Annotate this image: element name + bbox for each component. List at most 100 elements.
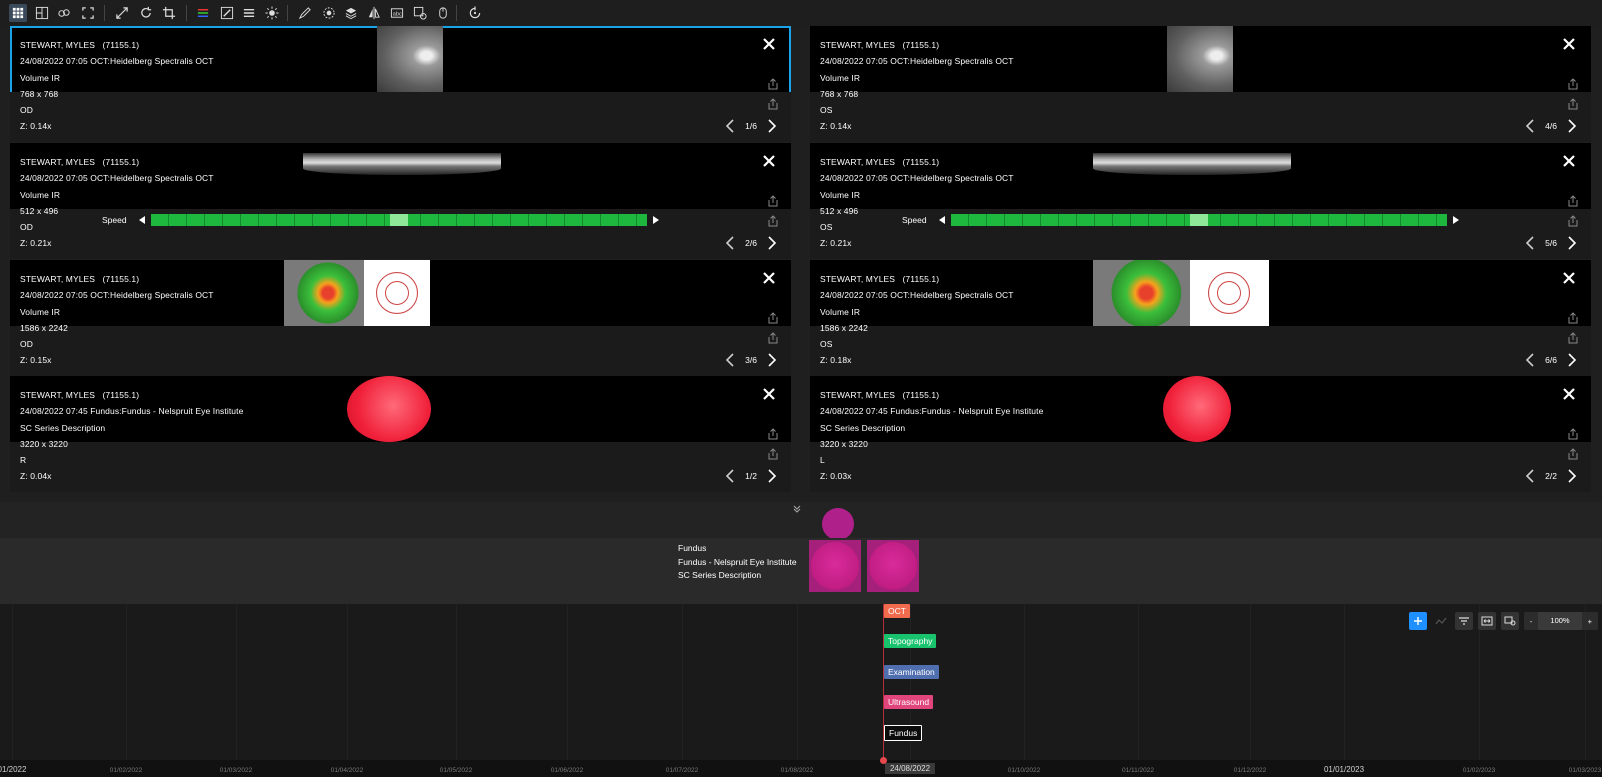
panel-image[interactable] bbox=[1093, 260, 1269, 326]
speed-slider-thumb[interactable] bbox=[1189, 214, 1208, 226]
timeline-chip-topography[interactable]: Topography bbox=[884, 634, 937, 648]
share-icon[interactable] bbox=[1567, 98, 1579, 110]
chevron-left-icon[interactable] bbox=[725, 353, 735, 367]
speed-increase-icon[interactable] bbox=[652, 216, 659, 224]
close-icon[interactable] bbox=[1561, 386, 1577, 402]
share-icon[interactable] bbox=[767, 448, 779, 460]
chevron-left-icon[interactable] bbox=[725, 119, 735, 133]
viewer-panel[interactable]: STEWART, MYLES (71155.1) 24/08/2022 07:05… bbox=[10, 260, 791, 376]
drag-handle-disc[interactable] bbox=[822, 508, 854, 540]
split-layout-button[interactable] bbox=[33, 4, 51, 22]
viewer-panel[interactable]: STEWART, MYLES (71155.1) 24/08/2022 07:45… bbox=[810, 376, 1591, 492]
filter-button[interactable] bbox=[1454, 612, 1473, 630]
crop-button[interactable] bbox=[160, 4, 178, 22]
layers-button[interactable] bbox=[342, 4, 360, 22]
chevron-left-icon[interactable] bbox=[1525, 469, 1535, 483]
chevron-right-icon[interactable] bbox=[767, 119, 777, 133]
circle-tool-button[interactable] bbox=[320, 4, 338, 22]
viewer-panel[interactable]: STEWART, MYLES (71155.1) 24/08/2022 07:05… bbox=[10, 143, 791, 259]
close-icon[interactable] bbox=[761, 36, 777, 52]
chevron-right-icon[interactable] bbox=[1567, 236, 1577, 250]
speed-slider[interactable] bbox=[150, 214, 647, 226]
image-settings-button[interactable] bbox=[1500, 612, 1519, 630]
panel-image[interactable] bbox=[377, 26, 443, 92]
reset-button[interactable] bbox=[466, 4, 484, 22]
chevron-right-icon[interactable] bbox=[767, 353, 777, 367]
panel-image[interactable] bbox=[1167, 26, 1233, 92]
grid-layout-button[interactable] bbox=[9, 4, 27, 22]
annotate-button[interactable] bbox=[218, 4, 236, 22]
chevron-right-icon[interactable] bbox=[1567, 469, 1577, 483]
speed-decrease-icon[interactable] bbox=[938, 216, 945, 224]
close-icon[interactable] bbox=[761, 270, 777, 286]
image-text-button[interactable]: abc bbox=[388, 4, 406, 22]
speed-slider[interactable] bbox=[950, 214, 1447, 226]
chevron-left-icon[interactable] bbox=[1525, 236, 1535, 250]
close-icon[interactable] bbox=[761, 153, 777, 169]
pen-button[interactable] bbox=[296, 4, 314, 22]
export-icon[interactable] bbox=[1567, 428, 1579, 440]
image-settings-button[interactable] bbox=[411, 4, 429, 22]
chevron-left-icon[interactable] bbox=[1525, 353, 1535, 367]
panel-image[interactable] bbox=[347, 376, 431, 442]
chevron-right-icon[interactable] bbox=[1567, 119, 1577, 133]
close-icon[interactable] bbox=[1561, 270, 1577, 286]
speed-slider-thumb[interactable] bbox=[389, 214, 408, 226]
viewer-panel[interactable]: STEWART, MYLES (71155.1) 24/08/2022 07:05… bbox=[810, 260, 1591, 376]
zoom-in-button[interactable]: + bbox=[1582, 617, 1598, 626]
add-button[interactable] bbox=[1408, 612, 1427, 630]
chevron-left-icon[interactable] bbox=[725, 469, 735, 483]
panel-image[interactable] bbox=[1163, 376, 1231, 442]
fullscreen-button[interactable] bbox=[79, 4, 97, 22]
zoom-out-button[interactable]: - bbox=[1524, 617, 1539, 626]
share-icon[interactable] bbox=[1567, 215, 1579, 227]
timeline-chip-fundus[interactable]: Fundus bbox=[884, 725, 923, 741]
timeline-chip-ultrasound[interactable]: Ultrasound bbox=[884, 695, 934, 709]
timeline-current-dot[interactable] bbox=[880, 757, 887, 764]
chevron-right-icon[interactable] bbox=[767, 469, 777, 483]
viewer-panel[interactable]: STEWART, MYLES (71155.1) 24/08/2022 07:45… bbox=[10, 376, 791, 492]
panel-image[interactable] bbox=[284, 260, 430, 326]
export-icon[interactable] bbox=[767, 78, 779, 90]
viewer-panel[interactable]: STEWART, MYLES (71155.1) 24/08/2022 07:05… bbox=[10, 26, 791, 142]
flip-button[interactable] bbox=[365, 4, 383, 22]
panel-image[interactable] bbox=[1093, 143, 1291, 209]
rotate-button[interactable] bbox=[137, 4, 155, 22]
lines-button[interactable] bbox=[240, 4, 258, 22]
share-icon[interactable] bbox=[767, 215, 779, 227]
close-icon[interactable] bbox=[1561, 153, 1577, 169]
collapse-chevron-icon[interactable] bbox=[792, 504, 802, 514]
export-icon[interactable] bbox=[767, 428, 779, 440]
series-thumbnail-left[interactable] bbox=[867, 540, 919, 592]
share-icon[interactable] bbox=[1567, 448, 1579, 460]
link-button[interactable] bbox=[55, 4, 73, 22]
close-icon[interactable] bbox=[1561, 36, 1577, 52]
chevron-right-icon[interactable] bbox=[1567, 353, 1577, 367]
trend-button[interactable] bbox=[1432, 612, 1450, 630]
share-icon[interactable] bbox=[767, 332, 779, 344]
share-icon[interactable] bbox=[1567, 332, 1579, 344]
viewer-panel[interactable]: STEWART, MYLES (71155.1) 24/08/2022 07:05… bbox=[810, 143, 1591, 259]
color-channels-button[interactable] bbox=[194, 4, 212, 22]
panel-image[interactable] bbox=[303, 143, 501, 209]
chevron-left-icon[interactable] bbox=[725, 236, 735, 250]
series-thumbnail-right[interactable] bbox=[809, 540, 861, 592]
chevron-left-icon[interactable] bbox=[1525, 119, 1535, 133]
export-icon[interactable] bbox=[1567, 195, 1579, 207]
speed-increase-icon[interactable] bbox=[1452, 216, 1459, 224]
mouse-button[interactable] bbox=[434, 4, 452, 22]
export-icon[interactable] bbox=[767, 195, 779, 207]
fit-button[interactable] bbox=[1477, 612, 1496, 630]
export-icon[interactable] bbox=[767, 312, 779, 324]
timeline-chip-oct[interactable]: OCT bbox=[884, 604, 910, 618]
speed-decrease-icon[interactable] bbox=[138, 216, 145, 224]
share-icon[interactable] bbox=[767, 98, 779, 110]
export-icon[interactable] bbox=[1567, 312, 1579, 324]
brightness-button[interactable] bbox=[263, 4, 281, 22]
viewer-panel[interactable]: STEWART, MYLES (71155.1) 24/08/2022 07:05… bbox=[810, 26, 1591, 142]
timeline-chip-examination[interactable]: Examination bbox=[884, 665, 939, 679]
close-icon[interactable] bbox=[761, 386, 777, 402]
chevron-right-icon[interactable] bbox=[767, 236, 777, 250]
export-icon[interactable] bbox=[1567, 78, 1579, 90]
expand-button[interactable] bbox=[113, 4, 131, 22]
